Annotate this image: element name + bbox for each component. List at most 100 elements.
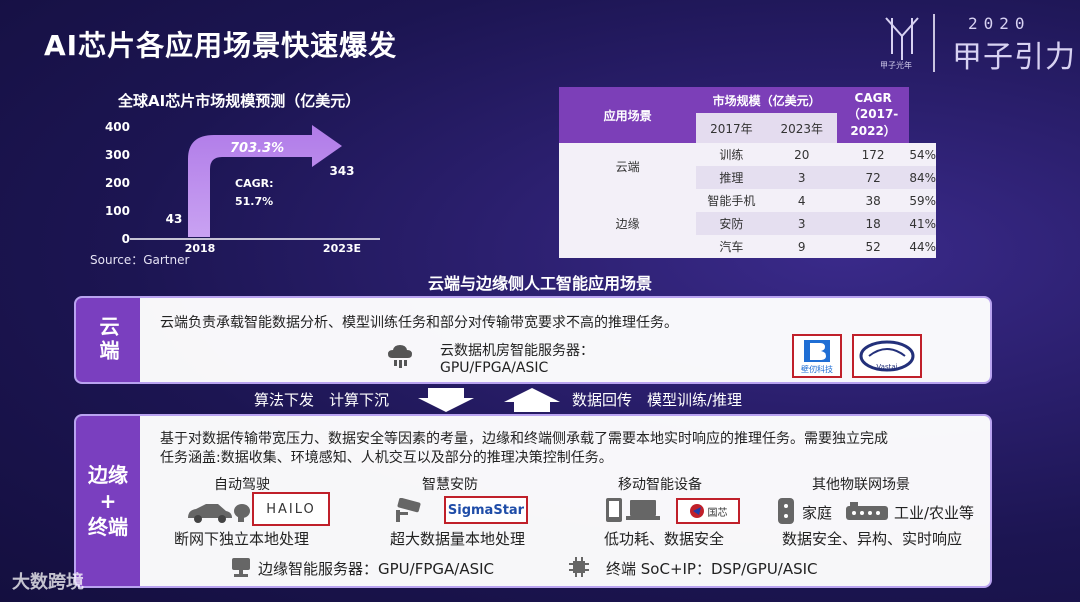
chart-source: Source：Gartner xyxy=(90,253,190,267)
logo-divider xyxy=(933,14,935,72)
scenario-security-caption: 超大数据量本地处理 xyxy=(390,530,526,548)
sigmastar-logo-text: SigmaStar xyxy=(447,502,525,518)
y-tick-label: 300 xyxy=(105,148,130,162)
table-cell: 72 xyxy=(836,166,910,189)
header-market: 市场规模（亿美元） xyxy=(696,87,837,113)
flow-up-label: 数据回传 模型训练/推理 xyxy=(572,391,743,409)
growth-label: 703.3% xyxy=(230,141,284,156)
edge-server-label: 边缘智能服务器：GPU/FPGA/ASIC xyxy=(258,560,494,578)
group-label: 边缘 xyxy=(559,189,697,258)
table-cell: 18 xyxy=(836,212,910,235)
scenario-iot-caption: 数据安全、异构、实时响应 xyxy=(782,530,963,548)
bar-value-label: 343 xyxy=(329,164,354,178)
biren-logo: 壁仞科技 xyxy=(792,334,842,378)
cagr-value: 51.7% xyxy=(235,195,273,208)
cloud-server-line2: GPU/FPGA/ASIC xyxy=(440,360,549,376)
edge-server-icon xyxy=(232,558,250,577)
arrow-down-icon xyxy=(418,388,474,412)
biren-logo-text: 壁仞科技 xyxy=(801,364,833,374)
camera-icon xyxy=(396,498,421,522)
home-device-icon xyxy=(778,498,794,524)
logo-caption: 甲子光年 xyxy=(880,61,912,70)
scenario-autodrive-caption: 断网下独立本地处理 xyxy=(174,530,310,548)
table-cell: 安防 xyxy=(696,212,767,235)
hailo-logo: HAILO xyxy=(252,492,330,526)
edge-box: 边缘 + 终端 基于对数据传输带宽压力、数据安全等因素的考量，边缘和终端侧承载了… xyxy=(74,414,992,588)
table-row: 边缘 智能手机 4 38 59% xyxy=(559,189,936,258)
vastai-logo-icon: Vastai xyxy=(859,340,915,372)
biren-logo-icon xyxy=(804,339,830,362)
terminal-soc-label: 终端 SoC+IP：DSP/GPU/ASIC xyxy=(606,560,818,578)
table-cell: 38 xyxy=(836,189,910,212)
table-cell: 汽车 xyxy=(696,235,767,258)
chart-title: 全球AI芯片市场规模预测（亿美元） xyxy=(118,92,361,110)
table-cell: 9 xyxy=(766,235,837,258)
table-cell: 训练 xyxy=(696,143,767,166)
chip-icon xyxy=(569,557,589,577)
table-cell: 59% xyxy=(909,189,936,212)
edge-side-label: 边缘 + 终端 xyxy=(76,416,140,586)
table-cell: 41% xyxy=(909,212,936,235)
edge-side-text-3: 终端 xyxy=(88,515,128,539)
y-tick-label: 100 xyxy=(105,204,130,218)
phone-and-laptop-icon xyxy=(606,498,660,522)
table-cell: 44% xyxy=(909,235,936,258)
group-label: 云端 xyxy=(559,143,697,189)
table-cell: 20 xyxy=(766,143,837,166)
header-scene: 应用场景 xyxy=(559,87,697,143)
cloud-box: 云端 云端负责承载智能数据分析、模型训练任务和部分对传输带宽要求不高的推理任务。… xyxy=(74,296,992,384)
scenario-mobile-caption: 低功耗、数据安全 xyxy=(604,530,725,548)
y-tick-label: 0 xyxy=(122,232,130,246)
cloud-server-icon xyxy=(388,345,412,368)
scenario-mobile-title: 移动智能设备 xyxy=(618,477,702,493)
bar-value-label: 43 xyxy=(166,212,183,226)
y-tick-label: 200 xyxy=(105,176,130,190)
iot-industry-label: 工业/农业等 xyxy=(894,504,975,522)
market-table: 应用场景 市场规模（亿美元） CAGR（2017-2022） 2017年 202… xyxy=(559,87,936,258)
table-cell: 52 xyxy=(836,235,910,258)
table-cell: 3 xyxy=(766,212,837,235)
table-cell: 172 xyxy=(836,143,910,166)
car-and-brain-icon xyxy=(188,504,250,523)
vastai-logo: Vastai xyxy=(852,334,922,378)
edge-side-text-2: + xyxy=(99,489,117,513)
logo-name: 甲子引力 xyxy=(952,40,1076,75)
cloud-side-label: 云端 xyxy=(76,298,140,382)
y-tick-label: 400 xyxy=(105,120,130,134)
table-row: 云端 训练 20 172 54% xyxy=(559,143,936,189)
section-title: 云端与边缘侧人工智能应用场景 xyxy=(427,274,652,293)
x-tick-label: 2023E xyxy=(323,242,361,252)
table-cell: 推理 xyxy=(696,166,767,189)
arrow-up-icon xyxy=(504,388,560,412)
table-cell: 54% xyxy=(909,143,936,166)
cloud-desc: 云端负责承载智能数据分析、模型训练任务和部分对传输带宽要求不高的推理任务。 xyxy=(160,315,678,331)
flow-down-label: 算法下发 计算下沉 xyxy=(254,391,390,409)
logo-year: 2020 xyxy=(968,14,1031,33)
header-2023: 2023年 xyxy=(766,113,837,143)
table-cell: 3 xyxy=(766,166,837,189)
guoxin-logo: 国芯 xyxy=(676,498,740,524)
guoxin-logo-icon xyxy=(689,504,704,518)
cagr-label: CAGR: xyxy=(235,177,273,190)
vastai-logo-text: Vastai xyxy=(876,363,897,371)
guoxin-logo-text: 国芯 xyxy=(707,507,728,519)
table-cell: 4 xyxy=(766,189,837,212)
table-cell: 智能手机 xyxy=(696,189,767,212)
watermark: 大数跨境 xyxy=(12,572,84,593)
slide: AI芯片各应用场景快速爆发 甲子光年 2020 甲子引力 全球AI芯片市场规模预… xyxy=(0,0,1080,602)
factory-icon xyxy=(846,502,888,520)
market-chart: 4003002001000 43343703.3%CAGR:51.7%2018 2… xyxy=(105,120,380,252)
scenario-iot-title: 其他物联网场景 xyxy=(812,477,910,493)
scenario-security-title: 智慧安防 xyxy=(422,477,478,493)
iot-home-label: 家庭 xyxy=(802,504,833,522)
hailo-logo-text: HAILO xyxy=(266,501,316,517)
sigmastar-logo: SigmaStar xyxy=(444,496,528,524)
edge-side-text-1: 边缘 xyxy=(88,463,128,487)
edge-desc-line2: 任务涵盖:数据收集、环境感知、人机交互以及部分的推理决策控制任务。 xyxy=(160,450,613,466)
edge-desc-line1: 基于对数据传输带宽压力、数据安全等因素的考量，边缘和终端侧承载了需要本地实时响应… xyxy=(160,431,888,447)
scenario-autodrive-title: 自动驾驶 xyxy=(214,477,270,493)
page-title: AI芯片各应用场景快速爆发 xyxy=(44,29,398,62)
cloud-server-line1: 云数据机房智能服务器： xyxy=(440,343,594,359)
header-2017: 2017年 xyxy=(696,113,767,143)
cloud-side-text: 云端 xyxy=(96,316,120,364)
